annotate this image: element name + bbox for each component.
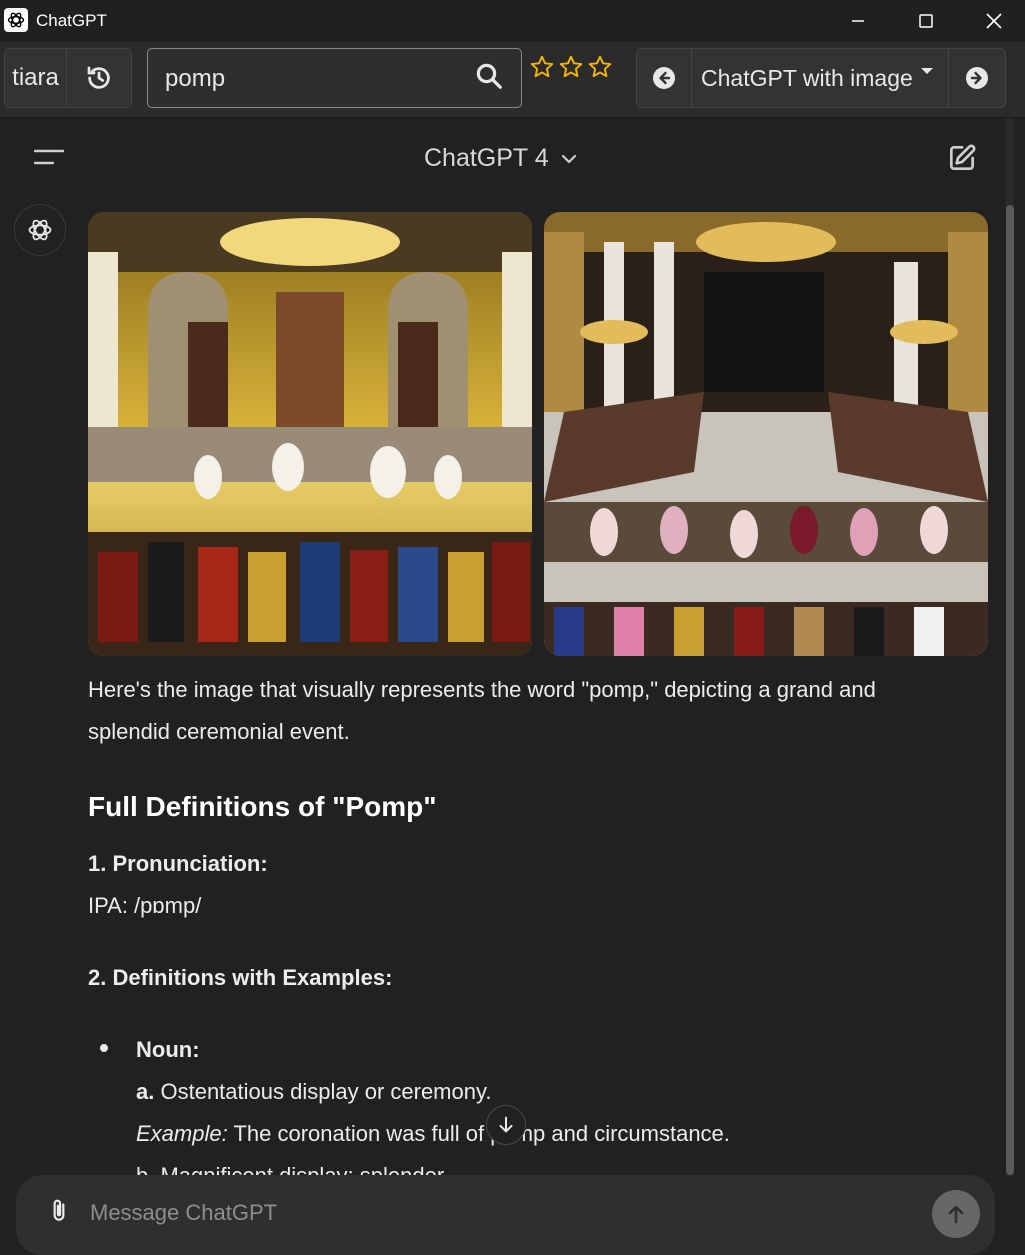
edit-icon xyxy=(950,144,976,170)
scrollbar-thumb[interactable] xyxy=(1006,205,1014,1175)
history-icon xyxy=(87,66,110,89)
chatgpt-logo-icon xyxy=(4,8,28,32)
model-title: ChatGPT 4 xyxy=(424,144,549,172)
menu-icon xyxy=(33,149,65,165)
example-text: The coronation was full of pomp and circ… xyxy=(233,1121,730,1146)
model-selector[interactable]: ChatGPT 4 xyxy=(424,144,579,173)
new-chat-button[interactable] xyxy=(946,142,978,179)
definitions-examples-heading: 2. Definitions with Examples: xyxy=(88,965,393,990)
list-bullet xyxy=(100,1044,108,1052)
tiara-button[interactable]: tiara xyxy=(4,48,67,108)
arrow-left-circle-icon xyxy=(653,67,675,89)
definition-b-partial: b. Magnificent display; splendor. xyxy=(136,1155,449,1175)
arrow-right-circle-icon xyxy=(966,67,988,89)
paragraph-line: splendid ceremonial event. xyxy=(88,719,350,744)
star-outline-icon[interactable] xyxy=(587,54,613,80)
minimize-button[interactable] xyxy=(824,0,892,42)
model-dropdown[interactable]: ChatGPT with image xyxy=(691,48,949,108)
sidebar-menu-button[interactable] xyxy=(33,148,65,173)
example-label: Example: xyxy=(136,1121,228,1146)
title-bar: ChatGPT xyxy=(0,0,1025,42)
response-paragraph: Here's the image that visually represent… xyxy=(88,669,978,753)
definitions-heading: Full Definitions of "Pomp" xyxy=(88,791,437,822)
ipa-text: IPA: /pɒmp/ xyxy=(88,893,202,918)
generated-image-ballroom[interactable] xyxy=(88,212,532,656)
star-outline-icon[interactable] xyxy=(529,54,555,80)
arrow-down-icon xyxy=(499,1116,513,1133)
assistant-avatar xyxy=(14,204,66,256)
paragraph-line: Here's the image that visually represent… xyxy=(88,677,876,702)
definition-a-marker: a. xyxy=(136,1079,155,1104)
message-input[interactable] xyxy=(90,1198,890,1228)
send-button[interactable] xyxy=(932,1190,980,1238)
chatgpt-logo-icon xyxy=(28,219,52,241)
star-outline-icon[interactable] xyxy=(558,54,584,80)
attach-button[interactable] xyxy=(46,1196,72,1231)
caret-down-icon xyxy=(920,68,933,74)
arrow-up-icon xyxy=(948,1205,964,1224)
pronunciation-heading: 1. Pronunciation: xyxy=(88,851,268,876)
toolbar: tiara ChatGPT with image xyxy=(0,42,1025,118)
window-title: ChatGPT xyxy=(36,11,107,30)
maximize-button[interactable] xyxy=(892,0,960,42)
example-a: Example: The coronation was full of pomp… xyxy=(136,1113,730,1155)
definition-a-text: Ostentatious display or ceremony. xyxy=(160,1079,492,1104)
chevron-down-icon xyxy=(561,154,576,163)
search-icon xyxy=(476,63,502,89)
definition-a: a. Ostentatious display or ceremony. xyxy=(136,1071,491,1113)
rating-stars xyxy=(529,54,613,80)
scroll-to-bottom-button[interactable] xyxy=(486,1105,526,1145)
search-button[interactable] xyxy=(474,61,504,96)
noun-label: Noun: xyxy=(136,1037,200,1062)
paperclip-icon xyxy=(53,1199,65,1221)
generated-image-hall[interactable] xyxy=(544,212,988,656)
search-input[interactable] xyxy=(165,63,465,95)
model-dropdown-label: ChatGPT with image xyxy=(701,64,913,91)
close-button[interactable] xyxy=(960,0,1025,42)
search-box xyxy=(147,48,522,108)
previous-button[interactable] xyxy=(636,48,692,108)
next-button[interactable] xyxy=(948,48,1006,108)
history-button[interactable] xyxy=(66,48,132,108)
